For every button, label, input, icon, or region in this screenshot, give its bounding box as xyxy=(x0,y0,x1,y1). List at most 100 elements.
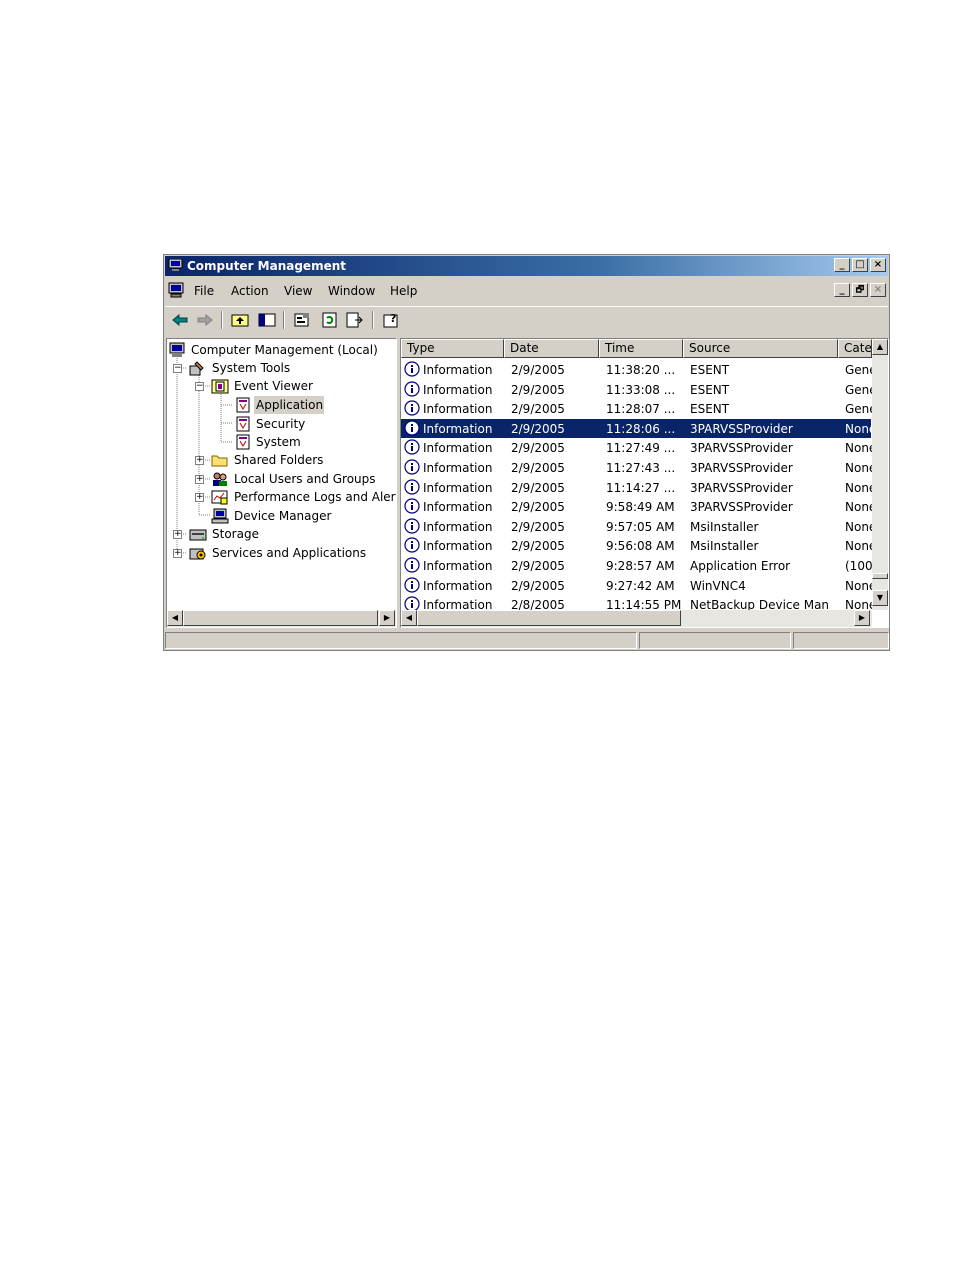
cell-time: 11:27:49 ... xyxy=(606,441,676,456)
mmc-app-icon[interactable] xyxy=(168,282,185,299)
cell-source: 3PARVSSProvider xyxy=(690,480,793,495)
svg-text:?: ? xyxy=(390,312,396,325)
list-vertical-scrollbar[interactable]: ▲ ▼ xyxy=(872,339,888,610)
menu-view[interactable]: View xyxy=(284,284,312,298)
cell-source: ESENT xyxy=(690,382,730,397)
cell-date: 2/9/2005 xyxy=(511,500,565,515)
menu-bar: File Action View Window Help _ 🗗 × xyxy=(165,279,888,303)
export-list-icon[interactable] xyxy=(345,311,365,329)
menu-file[interactable]: File xyxy=(194,284,214,298)
column-header-source[interactable]: Source xyxy=(683,339,838,358)
cell-source: MsiInstaller xyxy=(690,519,759,534)
scroll-thumb[interactable] xyxy=(417,610,681,626)
child-minimize-button[interactable]: _ xyxy=(834,283,850,297)
cell-date: 2/9/2005 xyxy=(511,578,565,593)
scroll-left-button[interactable]: ◀ xyxy=(401,610,417,626)
table-row[interactable]: Information 2/9/2005 11:28:07 ... ESENT Gene xyxy=(401,399,877,418)
menu-help[interactable]: Help xyxy=(390,284,417,298)
cell-category: (100 xyxy=(845,559,873,573)
cell-date: 2/9/2005 xyxy=(511,402,565,417)
minimize-button[interactable]: _ xyxy=(834,258,850,272)
cell-type: Information xyxy=(423,578,493,593)
performance-icon xyxy=(211,490,228,505)
computer-management-window: Computer Management _ □ × File Action Vi… xyxy=(163,254,890,651)
expand-shared-folders[interactable]: + xyxy=(195,456,204,465)
information-icon xyxy=(404,361,420,377)
table-row[interactable]: Information 2/9/2005 11:28:06 ... 3PARVSSPr… xyxy=(401,418,876,438)
cell-source: 3PARVSSProvider xyxy=(690,441,793,456)
table-row[interactable]: Information 2/9/2005 11:33:08 ... ESENT Gene xyxy=(401,380,877,399)
cell-source: 3PARVSSProvider xyxy=(690,421,793,436)
title-bar[interactable]: Computer Management _ □ × xyxy=(165,256,888,276)
status-panel-2 xyxy=(639,632,791,649)
menu-action[interactable]: Action xyxy=(231,284,269,298)
cell-date: 2/9/2005 xyxy=(511,461,565,475)
child-close-button[interactable]: × xyxy=(870,283,886,297)
table-row[interactable]: Information 2/9/2005 11:38:20 ... ESENT Gene xyxy=(401,360,877,379)
column-header-type[interactable]: Type xyxy=(401,339,504,358)
cell-date: 2/9/2005 xyxy=(511,382,565,397)
users-icon xyxy=(213,472,227,486)
maximize-button[interactable]: □ xyxy=(852,258,868,272)
refresh-icon[interactable] xyxy=(320,311,340,329)
scroll-right-button[interactable]: ▶ xyxy=(379,610,395,626)
table-row[interactable]: Information 2/9/2005 9:57:05 AM MsiInstalle… xyxy=(401,517,876,536)
cell-date: 2/9/2005 xyxy=(511,441,565,456)
expand-services-and-applications[interactable]: + xyxy=(173,549,182,558)
help-icon[interactable]: ? xyxy=(382,311,402,329)
up-level-icon[interactable] xyxy=(230,311,250,329)
scroll-thumb[interactable] xyxy=(183,610,378,626)
cell-date: 2/9/2005 xyxy=(511,480,565,495)
list-horizontal-scrollbar[interactable]: ◀ ▶ xyxy=(401,610,872,627)
expand-storage[interactable]: + xyxy=(173,530,182,539)
toolbar-separator xyxy=(221,311,223,329)
information-icon xyxy=(404,537,420,553)
properties-icon[interactable] xyxy=(292,311,312,329)
table-row[interactable]: Information 2/9/2005 11:14:27 ... 3PARVSSPr… xyxy=(401,478,876,497)
cell-date: 2/9/2005 xyxy=(511,363,565,377)
tree-horizontal-scrollbar[interactable]: ◀ ▶ xyxy=(167,610,396,627)
information-icon xyxy=(404,420,420,436)
event-viewer-icon xyxy=(211,379,229,394)
scroll-up-button[interactable]: ▲ xyxy=(872,339,888,355)
scroll-right-button[interactable]: ▶ xyxy=(854,610,870,626)
status-bar xyxy=(165,631,889,650)
table-row[interactable]: Information 2/9/2005 9:28:57 AM Application… xyxy=(401,556,873,575)
toolbar: ? xyxy=(165,306,888,334)
collapse-event-viewer[interactable]: − xyxy=(195,382,204,391)
information-icon xyxy=(404,439,420,455)
column-header-time[interactable]: Time xyxy=(599,339,683,358)
tree-item-application[interactable]: Application xyxy=(254,396,325,414)
expand-local-users[interactable]: + xyxy=(195,475,204,484)
cell-source: Application Error xyxy=(690,559,791,573)
information-icon xyxy=(404,576,420,593)
log-icon xyxy=(236,397,250,413)
child-restore-button[interactable]: 🗗 xyxy=(852,283,868,297)
collapse-system-tools[interactable]: − xyxy=(173,364,182,373)
table-row[interactable]: Information 2/9/2005 9:58:49 AM 3PARVSSProv… xyxy=(401,497,876,516)
table-row[interactable]: Information 2/9/2005 11:27:43 ... 3PARVSSPr… xyxy=(401,458,876,477)
menu-window[interactable]: Window xyxy=(328,284,375,298)
table-row[interactable]: Information 2/9/2005 9:27:42 AM WinVNC4 None xyxy=(401,576,876,595)
cell-type: Information xyxy=(423,559,493,573)
table-row[interactable]: Information 2/9/2005 9:56:08 AM MsiInstalle… xyxy=(401,536,876,555)
column-header-date[interactable]: Date xyxy=(504,339,599,358)
services-icon xyxy=(189,548,206,560)
cell-source: ESENT xyxy=(690,363,730,377)
information-icon xyxy=(404,400,420,416)
vertical-scroll-thumb[interactable] xyxy=(872,573,888,579)
table-row[interactable]: Information 2/9/2005 11:27:49 ... 3PARVSSPr… xyxy=(401,438,876,457)
cell-time: 11:14:27 ... xyxy=(606,480,676,495)
cell-time: 9:28:57 AM xyxy=(606,559,675,573)
show-hide-tree-icon[interactable] xyxy=(257,311,277,329)
cell-source: WinVNC4 xyxy=(690,578,746,593)
back-arrow-icon[interactable] xyxy=(170,311,190,329)
scroll-left-button[interactable]: ◀ xyxy=(167,610,183,626)
scroll-down-button[interactable]: ▼ xyxy=(872,590,888,606)
column-header-category[interactable]: Cate xyxy=(838,339,872,358)
information-icon xyxy=(404,557,420,573)
folder-icon xyxy=(211,455,228,467)
forward-arrow-icon[interactable] xyxy=(195,311,215,329)
close-button[interactable]: × xyxy=(870,258,886,272)
expand-performance-logs[interactable]: + xyxy=(195,493,204,502)
